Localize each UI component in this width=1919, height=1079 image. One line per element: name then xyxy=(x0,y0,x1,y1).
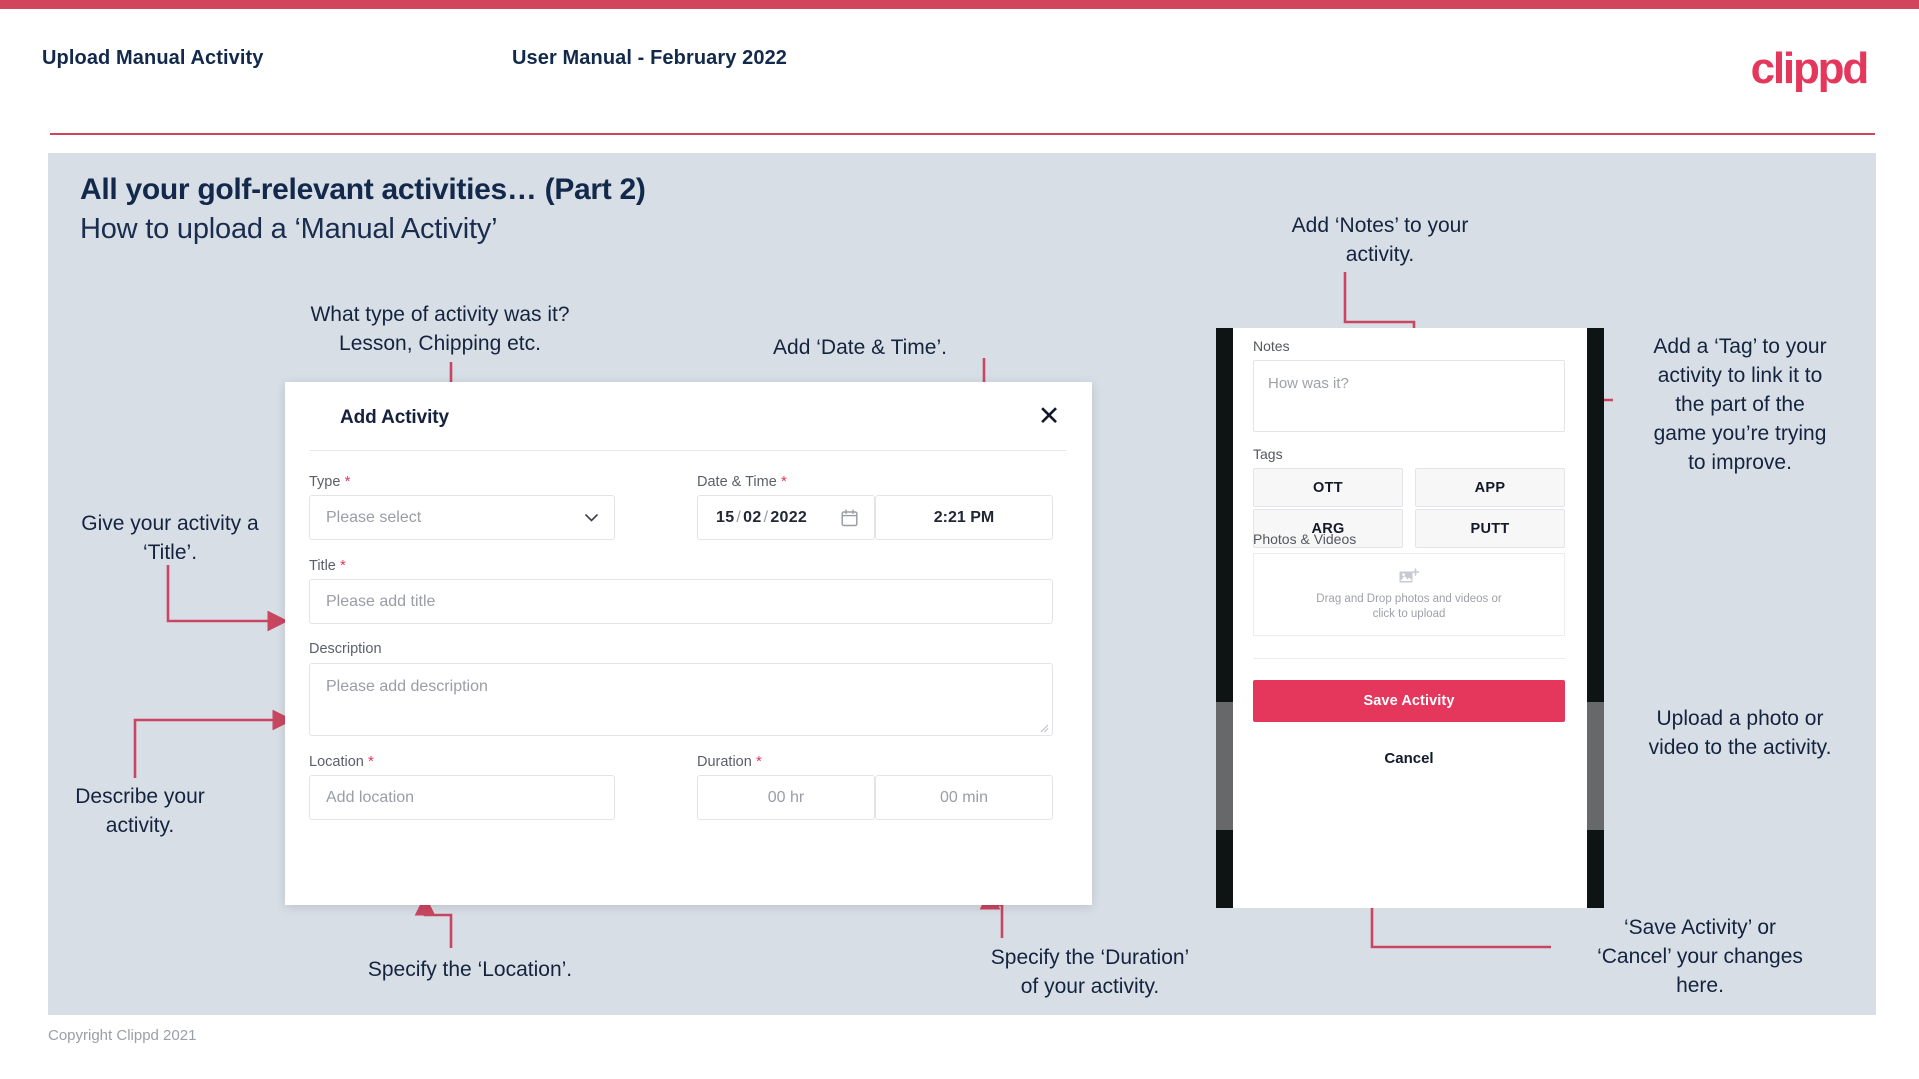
location-input[interactable]: Add location xyxy=(309,775,615,820)
required-marker: * xyxy=(363,753,374,770)
duration-hours-input[interactable]: 00 hr xyxy=(697,775,875,820)
dropzone-line-2: click to upload xyxy=(1372,607,1446,620)
annotation-save-cancel: ‘Save Activity’ or ‘Cancel’ your changes… xyxy=(1597,916,1803,997)
add-image-icon xyxy=(1399,567,1419,582)
description-label-text: Description xyxy=(309,641,382,657)
duration-label: Duration * xyxy=(697,753,762,770)
dialog-divider xyxy=(309,450,1067,451)
phone-screen: Notes How was it? Tags OTT APP ARG PUTT … xyxy=(1233,328,1587,908)
page-subtitle: How to upload a ‘Manual Activity’ xyxy=(80,213,498,245)
phone-mockup: Notes How was it? Tags OTT APP ARG PUTT … xyxy=(1216,328,1604,908)
clippd-logo: clippd xyxy=(1750,44,1870,93)
duration-label-text: Duration xyxy=(697,754,752,770)
close-icon[interactable]: ✕ xyxy=(1032,399,1066,433)
tag-ott[interactable]: OTT xyxy=(1253,468,1403,507)
dropzone-line-1: Drag and Drop photos and videos or xyxy=(1316,592,1502,605)
description-placeholder: Please add description xyxy=(326,678,488,695)
title-input[interactable]: Please add title xyxy=(309,579,1053,624)
required-marker: * xyxy=(335,557,346,574)
date-day: 15 xyxy=(716,508,735,526)
annotation-notes: Add ‘Notes’ to your activity. xyxy=(1291,214,1469,266)
notes-placeholder: How was it? xyxy=(1268,375,1349,392)
add-activity-dialog: Add Activity ✕ Type * Please select Date… xyxy=(285,382,1092,905)
location-label-text: Location xyxy=(309,754,364,770)
date-month: 02 xyxy=(743,508,762,526)
annotation-location: Specify the ‘Location’. xyxy=(367,958,573,981)
notes-textarea[interactable]: How was it? xyxy=(1253,360,1565,432)
dialog-title: Add Activity xyxy=(340,407,449,428)
annotation-title: Give your activity a ‘Title’. xyxy=(81,512,259,564)
header-left-title: Upload Manual Activity xyxy=(42,47,264,69)
page-header: Upload Manual Activity User Manual - Feb… xyxy=(0,9,1919,135)
title-placeholder: Please add title xyxy=(326,592,436,610)
title-label: Title * xyxy=(309,557,346,574)
required-marker: * xyxy=(776,473,787,490)
chevron-down-icon xyxy=(585,513,598,522)
annotation-tags: Add a ‘Tag’ to your activity to link it … xyxy=(1653,335,1827,474)
time-input[interactable]: 2:21 PM xyxy=(875,495,1053,540)
type-placeholder: Please select xyxy=(326,508,422,526)
notes-label: Notes xyxy=(1253,338,1290,354)
top-accent-bar xyxy=(0,0,1919,9)
footer-copyright: Copyright Clippd 2021 xyxy=(48,1027,197,1044)
date-sep-1: / xyxy=(736,508,742,526)
tags-label: Tags xyxy=(1253,446,1283,462)
type-label: Type * xyxy=(309,473,350,490)
annotation-description: Describe your activity. xyxy=(75,785,205,837)
duration-minutes-placeholder: 00 min xyxy=(939,788,989,806)
description-textarea[interactable]: Please add description xyxy=(309,663,1053,736)
type-label-text: Type xyxy=(309,474,341,490)
photos-videos-label: Photos & Videos xyxy=(1253,531,1357,547)
time-value: 2:21 PM xyxy=(933,508,995,526)
type-select[interactable]: Please select xyxy=(309,495,615,540)
duration-hours-placeholder: 00 hr xyxy=(767,788,805,806)
page-title: All your golf-relevant activities… (Part… xyxy=(80,173,646,206)
calendar-icon[interactable] xyxy=(841,508,858,527)
annotation-type: What type of activity was it? Lesson, Ch… xyxy=(310,303,570,355)
annotation-photos: Upload a photo or video to the activity. xyxy=(1648,707,1832,759)
save-activity-button[interactable]: Save Activity xyxy=(1253,680,1565,722)
description-label: Description xyxy=(309,641,382,657)
date-time-label-text: Date & Time xyxy=(697,474,777,490)
resize-grip-icon[interactable] xyxy=(1039,723,1049,733)
slide-root: Upload Manual Activity User Manual - Feb… xyxy=(0,0,1919,1079)
phone-divider xyxy=(1253,658,1565,659)
tag-app[interactable]: APP xyxy=(1415,468,1565,507)
phone-scrollbar-left[interactable] xyxy=(1216,702,1233,830)
date-time-label: Date & Time * xyxy=(697,473,787,490)
date-value: 15/02/2022 xyxy=(698,509,807,527)
header-divider xyxy=(50,133,1875,135)
header-center-title: User Manual - February 2022 xyxy=(512,47,788,69)
date-input[interactable]: 15/02/2022 xyxy=(697,495,875,540)
annotation-duration: Specify the ‘Duration’ of your activity. xyxy=(990,946,1190,998)
title-label-text: Title xyxy=(309,558,336,574)
duration-minutes-input[interactable]: 00 min xyxy=(875,775,1053,820)
photo-dropzone[interactable]: Drag and Drop photos and videos or click… xyxy=(1253,553,1565,636)
required-marker: * xyxy=(340,473,351,490)
location-label: Location * xyxy=(309,753,374,770)
location-placeholder: Add location xyxy=(326,788,415,806)
annotation-date-time: Add ‘Date & Time’. xyxy=(773,336,947,359)
required-marker: * xyxy=(751,753,762,770)
dropzone-text: Drag and Drop photos and videos or click… xyxy=(1316,592,1501,622)
cancel-button[interactable]: Cancel xyxy=(1253,745,1565,771)
phone-scrollbar-right[interactable] xyxy=(1587,702,1604,830)
tag-putt[interactable]: PUTT xyxy=(1415,509,1565,548)
date-year: 2022 xyxy=(770,508,808,526)
date-sep-2: / xyxy=(763,508,769,526)
